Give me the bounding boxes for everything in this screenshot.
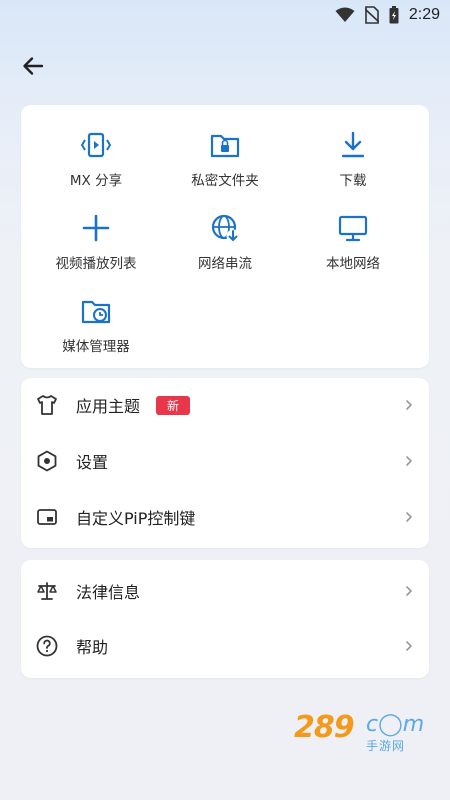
question-icon — [36, 635, 58, 657]
tshirt-icon-wrap — [35, 393, 59, 417]
site-watermark: 289 c◯m 手游网 — [294, 710, 434, 758]
watermark-number: 289 — [294, 710, 355, 745]
globe-download-icon — [211, 214, 240, 243]
network-stream-label: 网络串流 — [198, 256, 252, 272]
tshirt-icon — [37, 395, 57, 415]
status-icons: 2:29 — [335, 6, 440, 24]
hexagon-icon-wrap — [35, 449, 59, 473]
mx-share-label: MX 分享 — [69, 173, 123, 189]
media-manager-label: 媒体管理器 — [62, 339, 130, 355]
status-time: 2:29 — [408, 6, 440, 23]
monitor-icon — [338, 215, 368, 242]
plus-icon — [82, 214, 110, 242]
pip-icon-wrap — [35, 505, 59, 529]
help-label: 帮助 — [76, 638, 109, 657]
chevron-right-icon — [406, 456, 413, 466]
wifi-icon — [335, 7, 355, 22]
legal-info-label: 法律信息 — [76, 583, 141, 602]
pip-controls-label: 自定义PiP控制键 — [76, 509, 196, 528]
back-arrow-icon[interactable] — [18, 51, 48, 81]
video-playlist-label: 视频播放列表 — [55, 256, 137, 272]
media-folder-icon — [81, 300, 111, 324]
chevron-right-icon — [406, 641, 413, 651]
shortcuts-card: MX 分享 私密文件夹 下载 视频播放列表 网络串流 本地网络 媒体管理器 — [21, 105, 429, 368]
chevron-right-icon — [406, 586, 413, 596]
app-theme-row[interactable]: 应用主题新 — [21, 378, 429, 432]
status-bar: 2:29 — [0, 0, 450, 32]
question-icon-wrap — [35, 634, 59, 658]
local-network-label: 本地网络 — [326, 256, 380, 272]
settings-row[interactable]: 设置 — [21, 434, 429, 488]
pip-icon — [37, 509, 57, 525]
pip-controls-row[interactable]: 自定义PiP控制键 — [21, 490, 429, 544]
download-tile[interactable]: 下载 — [278, 129, 428, 189]
scales-icon — [37, 582, 57, 600]
mx-share-icon — [80, 132, 112, 158]
scales-icon-wrap — [35, 579, 59, 603]
chevron-right-icon — [406, 400, 413, 410]
mx-share-tile[interactable]: MX 分享 — [21, 129, 171, 189]
download-icon — [341, 131, 365, 158]
download-label: 下载 — [339, 173, 367, 189]
watermark-sub: 手游网 — [366, 739, 406, 753]
private-folder-icon — [210, 134, 240, 158]
settings-card: 应用主题新 设置 自定义PiP控制键 — [21, 378, 429, 548]
watermark-com: c◯m — [366, 712, 425, 737]
battery-icon — [389, 6, 399, 24]
hexagon-settings-icon — [37, 450, 57, 472]
video-playlist-tile[interactable]: 视频播放列表 — [21, 212, 171, 272]
app-theme-label: 应用主题新 — [76, 393, 191, 417]
no-sim-icon — [364, 6, 379, 24]
help-card: 法律信息 帮助 — [21, 560, 429, 678]
legal-info-row[interactable]: 法律信息 — [21, 564, 429, 618]
help-row[interactable]: 帮助 — [21, 619, 429, 673]
new-badge: 新 — [156, 396, 191, 415]
chevron-right-icon — [406, 512, 413, 522]
local-network-tile[interactable]: 本地网络 — [278, 212, 428, 272]
settings-label: 设置 — [76, 453, 109, 472]
app-theme-text: 应用主题 — [76, 397, 141, 416]
media-manager-tile[interactable]: 媒体管理器 — [21, 295, 171, 355]
private-folder-label: 私密文件夹 — [191, 173, 259, 189]
